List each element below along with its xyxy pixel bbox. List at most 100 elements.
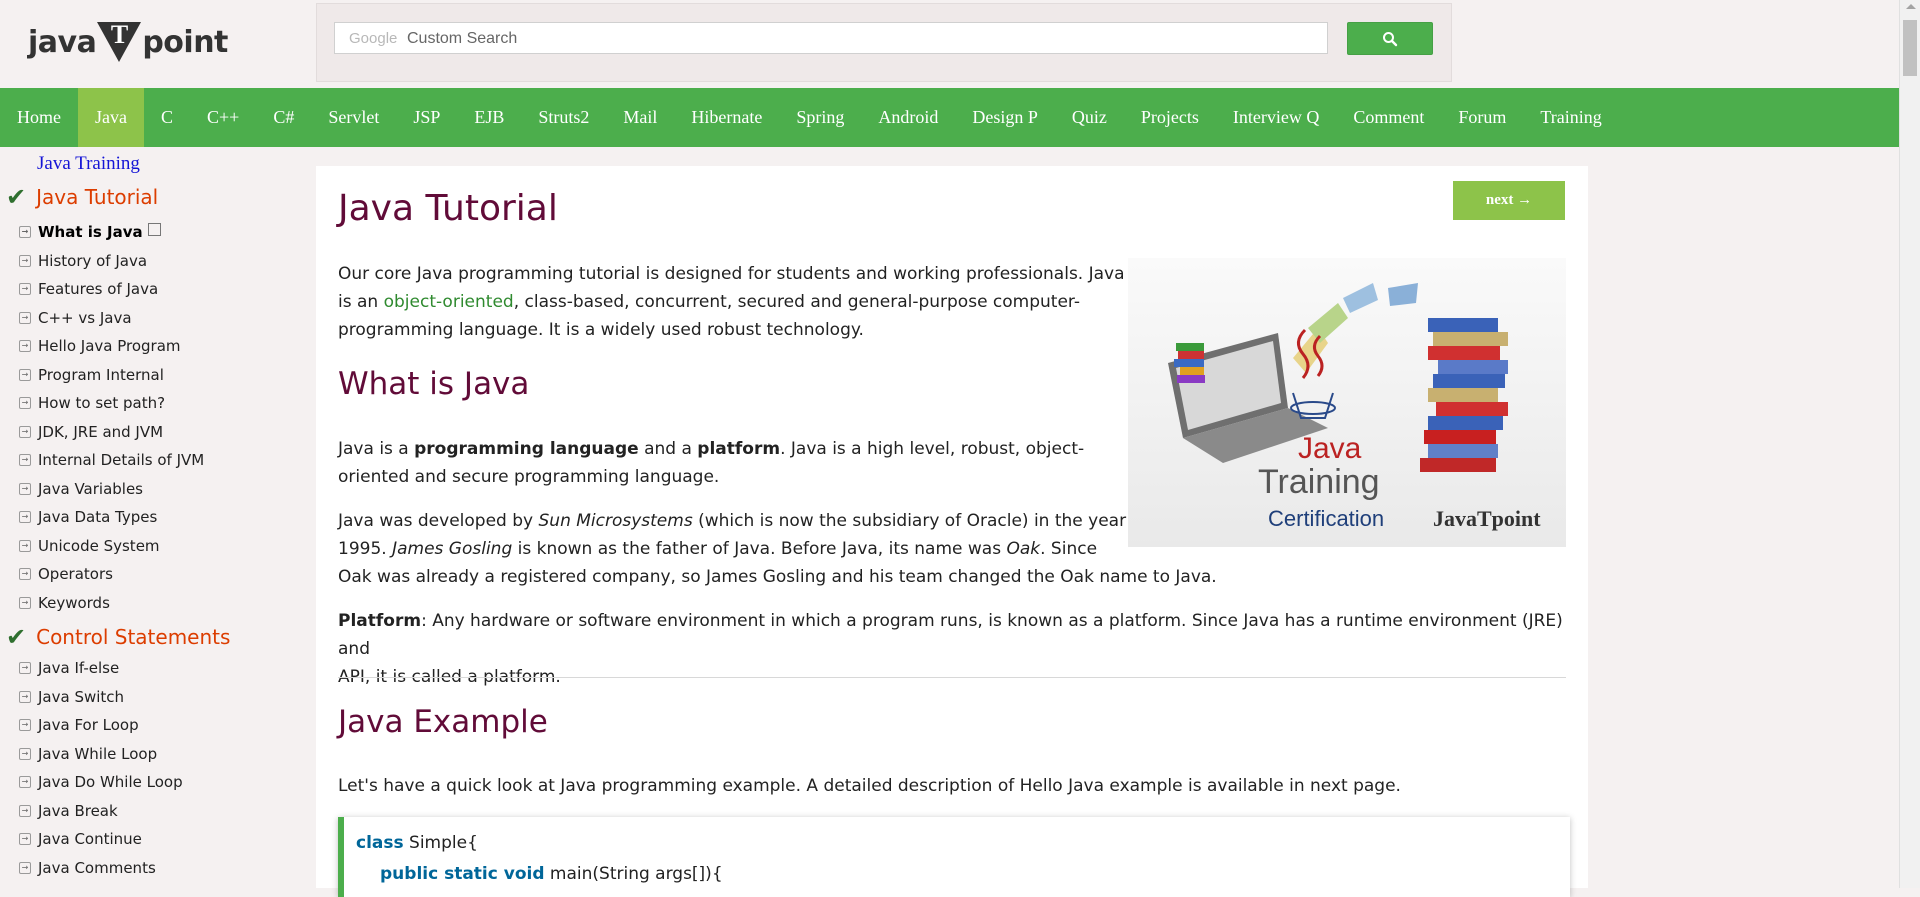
nav-item-training[interactable]: Training [1523,88,1618,147]
nav-item-jsp[interactable]: JSP [396,88,457,147]
nav-item-ejb[interactable]: EJB [457,88,521,147]
nav-item-c[interactable]: C [144,88,190,147]
sidebar-item-java-while-loop[interactable]: → Java While Loop [19,745,157,763]
header: java T point Google Custom Search [0,0,1899,88]
sidebar-item-java-break[interactable]: → Java Break [19,802,118,820]
sidebar-section-control-statements[interactable]: ✔ Control Statements [6,623,230,651]
sidebar-item-label: Java Switch [38,687,125,706]
java-training-image[interactable]: Java Training Certification JavaTpoint [1128,258,1566,547]
nav-item-spring[interactable]: Spring [779,88,861,147]
nav-item-hibernate[interactable]: Hibernate [674,88,779,147]
sidebar-item-operators[interactable]: → Operators [19,565,113,583]
sidebar-item-java-if-else[interactable]: → Java If-else [19,659,119,677]
bullet-arrow-icon: → [19,340,31,352]
sidebar-item-what-is-java[interactable]: → What is Java [19,222,161,241]
logo-t-badge: T [97,20,142,62]
sidebar-item-keywords[interactable]: → Keywords [19,594,110,612]
sidebar-item-label: Java For Loop [38,716,139,734]
nav-item-projects[interactable]: Projects [1124,88,1216,147]
sidebar-item-hello-java-program[interactable]: → Hello Java Program [19,337,181,355]
sidebar-item-features-of-java[interactable]: → Features of Java [19,280,158,298]
scroll-thumb[interactable] [1903,20,1917,76]
intro-line-2: is an object-oriented, class-based, conc… [338,288,1128,316]
sidebar-item-internal-details-of-jvm[interactable]: → Internal Details of JVM [19,451,204,469]
code-text: Simple{ [403,833,478,853]
image-word-training: Training [1258,463,1380,501]
sidebar-item-java-variables[interactable]: → Java Variables [19,480,143,498]
object-oriented-link[interactable]: object-oriented [384,292,514,312]
sidebar-training-link[interactable]: Java Training [37,153,140,175]
sidebar-item-label: Java Data Types [38,508,158,526]
search-input[interactable]: Google Custom Search [334,22,1328,54]
nav-item-interview-q[interactable]: Interview Q [1216,88,1336,147]
bullet-arrow-icon: → [19,454,31,466]
external-link-icon [147,222,161,236]
page-title: Java Tutorial [338,188,558,229]
page-scrollbar[interactable] [1899,0,1920,888]
nav-item-home[interactable]: Home [0,88,78,147]
code-text: main(String args[]){ [544,864,723,884]
nav-item-java[interactable]: Java [78,88,144,147]
sidebar-item-unicode-system[interactable]: → Unicode System [19,537,160,555]
sidebar-item-java-data-types[interactable]: → Java Data Types [19,508,157,526]
bullet-arrow-icon: → [19,226,31,238]
bullet-arrow-icon: → [19,747,31,760]
sidebar-item-label: Keywords [38,593,110,612]
sidebar-item-java-do-while-loop[interactable]: → Java Do While Loop [19,773,183,791]
image-word-certification: Certification [1268,506,1384,531]
what-bold: programming language [414,439,639,459]
sidebar-item-label: Java Continue [38,830,142,848]
search-area: Google Custom Search [316,3,1452,82]
intro-line-3: programming language. It is a widely use… [338,320,864,340]
nav-item-forum[interactable]: Forum [1441,88,1523,147]
check-icon: ✔ [6,183,27,211]
search-icon [1383,31,1398,46]
bullet-arrow-icon: → [19,861,31,874]
sidebar-item-history-of-java[interactable]: → History of Java [19,252,147,270]
intro-paragraph: Our core Java programming tutorial is de… [338,260,1128,344]
code-line-1: class Simple{ [356,833,478,853]
sidebar-section-java-tutorial[interactable]: ✔ Java Tutorial [6,183,158,211]
dev-line-3: Oak was already a registered company, so… [338,567,1217,587]
nav-item-c-[interactable]: C# [256,88,311,147]
what-text: and a [638,439,698,459]
check-icon: ✔ [6,623,27,651]
sidebar-item-label: C++ vs Java [38,308,132,327]
sidebar-item-java-for-loop[interactable]: → Java For Loop [19,716,139,734]
sidebar-item-jdk-jre-and-jvm[interactable]: → JDK, JRE and JVM [19,423,163,441]
search-button[interactable] [1347,22,1433,55]
sidebar-item-c-vs-java[interactable]: → C++ vs Java [19,309,132,327]
sidebar-item-label: Unicode System [38,536,160,555]
what-text: . Java is a high level, robust, object- [780,439,1085,459]
developer-paragraph: Java was developed by Sun Microsystems (… [338,507,1238,591]
logo-text-left: java [28,24,97,60]
nav-item-android[interactable]: Android [861,88,955,147]
bullet-arrow-icon: → [19,482,31,495]
nav-item-c-[interactable]: C++ [190,88,256,147]
logo-text-mid: T [110,20,128,49]
intro-line-1: Our core Java programming tutorial is de… [338,264,1125,284]
javatpoint-logo[interactable]: java T point [28,20,228,64]
next-button[interactable]: next → [1453,181,1565,220]
nav-item-mail[interactable]: Mail [606,88,674,147]
nav-item-servlet[interactable]: Servlet [311,88,396,147]
bullet-arrow-icon: → [19,596,31,609]
logo-text-right: point [142,24,228,60]
nav-item-quiz[interactable]: Quiz [1055,88,1124,147]
sidebar-item-program-internal[interactable]: → Program Internal [19,366,164,384]
sidebar-item-java-continue[interactable]: → Java Continue [19,830,142,848]
plat-bold: Platform [338,611,422,631]
scroll-up-arrow-icon[interactable] [1906,4,1916,9]
sidebar-item-java-switch[interactable]: → Java Switch [19,688,124,706]
bullet-arrow-icon: → [19,719,31,731]
sidebar-item-java-comments[interactable]: → Java Comments [19,859,156,877]
image-brand: JavaTpoint [1433,506,1541,531]
nav-item-struts2[interactable]: Struts2 [521,88,606,147]
code-line-2: public static void main(String args[]){ [380,864,723,884]
nav-item-design-p[interactable]: Design P [955,88,1055,147]
code-keyword: class [356,833,404,853]
dev-line-2: 1995. James Gosling is known as the fath… [338,535,1238,563]
sidebar-item-how-to-set-path-[interactable]: → How to set path? [19,394,165,412]
example-paragraph: Let's have a quick look at Java programm… [338,776,1401,796]
nav-item-comment[interactable]: Comment [1336,88,1441,147]
